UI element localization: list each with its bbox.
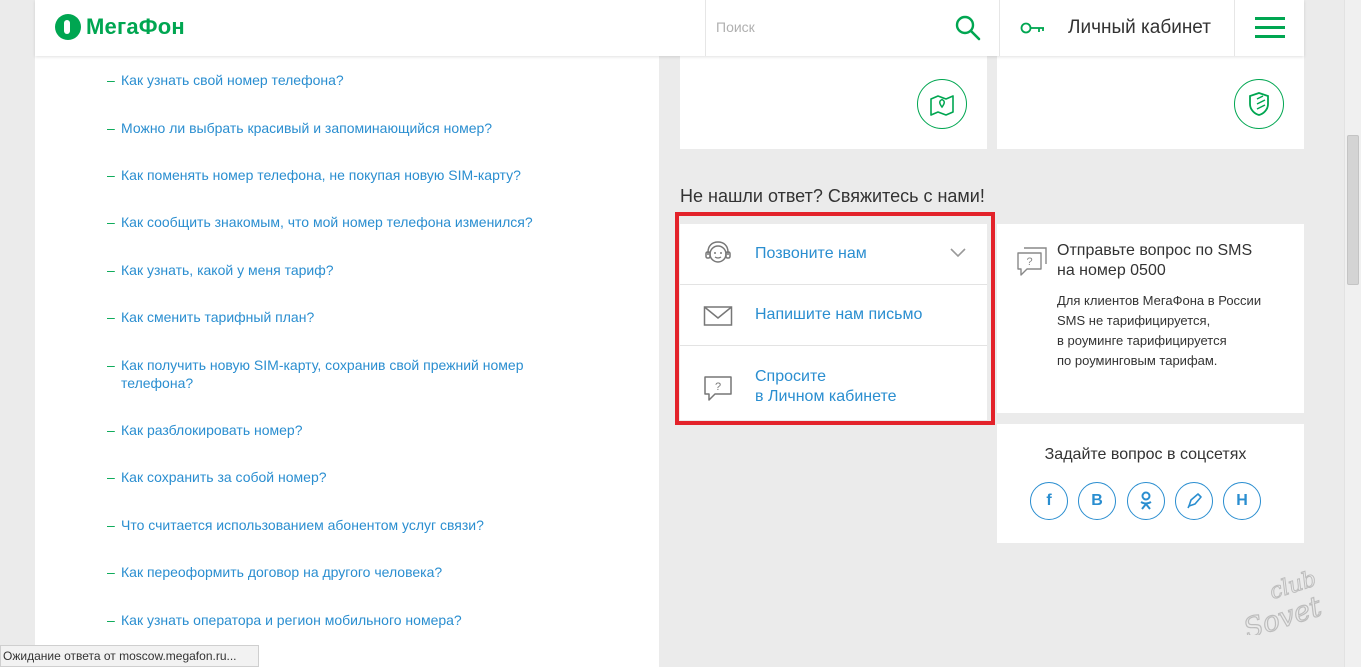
search-input[interactable]	[716, 14, 936, 40]
faq-item: – Как узнать свой номер телефона?	[107, 71, 577, 89]
page-scrollbar[interactable]	[1344, 0, 1361, 667]
logo-text: МегаФон	[86, 14, 185, 39]
megafon-logo[interactable]: МегаФон	[55, 12, 185, 42]
faq-panel: – Как узнать свой номер телефона? – Можно …	[35, 0, 659, 667]
faq-link[interactable]: Как переоформить договор на другого чело…	[121, 563, 442, 581]
club-sovet-watermark: club Sovet	[1239, 566, 1327, 635]
faq-link[interactable]: Можно ли выбрать красивый и запоминающий…	[121, 119, 492, 137]
faq-link[interactable]: Как получить новую SIM-карту, сохранив с…	[121, 356, 541, 392]
faq-dash: –	[107, 309, 115, 325]
faq-item: – Как сменить тарифный план?	[107, 308, 577, 326]
faq-item: – Как узнать оператора и регион мобильног…	[107, 611, 577, 629]
social-card: Задайте вопрос в соцсетях f B H	[997, 424, 1304, 543]
facebook-button[interactable]: f	[1030, 482, 1068, 520]
search-box	[705, 0, 999, 56]
search-icon[interactable]	[954, 14, 982, 42]
sms-title-line: на номер 0500	[1057, 262, 1166, 279]
sms-text-line: SMS не тарифицируется,	[1057, 313, 1211, 328]
faq-dash: –	[107, 262, 115, 278]
faq-dash: –	[107, 612, 115, 628]
menu-button[interactable]	[1234, 0, 1304, 56]
offices-map-card[interactable]	[680, 56, 987, 149]
sms-card: ? Отправьте вопрос по SMS на номер 0500 …	[997, 224, 1304, 413]
hh-button[interactable]: H	[1223, 482, 1261, 520]
faq-item: – Как сообщить знакомым, что мой номер те…	[107, 213, 577, 231]
faq-link[interactable]: Как узнать оператора и регион мобильного…	[121, 611, 462, 629]
faq-link[interactable]: Как узнать, какой у меня тариф?	[121, 261, 334, 279]
faq-dash: –	[107, 564, 115, 580]
map-circle	[917, 79, 967, 129]
faq-link[interactable]: Что считается использованием абонентом у…	[121, 516, 484, 534]
security-card[interactable]	[997, 56, 1304, 149]
faq-item: – Можно ли выбрать красивый и запоминающи…	[107, 119, 577, 137]
hamburger-icon	[1254, 17, 1285, 38]
sms-title: Отправьте вопрос по SMS на номер 0500	[1057, 241, 1252, 281]
livejournal-button[interactable]	[1175, 482, 1213, 520]
cabinet-label: Личный кабинет	[1068, 17, 1211, 38]
faq-item: – Как получить новую SIM-карту, сохранив …	[107, 356, 577, 392]
livejournal-icon	[1187, 493, 1202, 509]
scrollbar-thumb[interactable]	[1347, 135, 1359, 285]
sms-text-line: Для клиентов МегаФона в России	[1057, 293, 1262, 308]
vkontakte-button[interactable]: B	[1078, 482, 1116, 520]
svg-text:?: ?	[1026, 256, 1032, 268]
faq-link[interactable]: Как разблокировать номер?	[121, 421, 303, 439]
faq-item: – Как сохранить за собой номер?	[107, 468, 577, 486]
vkontakte-icon: B	[1091, 492, 1103, 509]
sms-question-icon: ?	[1017, 247, 1047, 276]
faq-link[interactable]: Как сообщить знакомым, что мой номер тел…	[121, 213, 533, 231]
logo-mark-icon	[55, 14, 81, 40]
faq-link[interactable]: Как сменить тарифный план?	[121, 308, 314, 326]
map-pin-icon	[930, 95, 954, 116]
social-title: Задайте вопрос в соцсетях	[1044, 446, 1247, 463]
faq-item: – Как переоформить договор на другого чел…	[107, 563, 577, 581]
faq-link[interactable]: Как поменять номер телефона, не покупая …	[121, 166, 521, 184]
sms-title-line: Отправьте вопрос по SMS	[1057, 242, 1253, 259]
faq-dash: –	[107, 357, 115, 373]
faq-item: – Как разблокировать номер?	[107, 421, 577, 439]
faq-item: – Что считается использованием абонентом …	[107, 516, 577, 534]
odnoklassniki-button[interactable]	[1127, 482, 1165, 520]
faq-dash: –	[107, 469, 115, 485]
faq-dash: –	[107, 72, 115, 88]
faq-dash: –	[107, 422, 115, 438]
browser-status-bar: Ожидание ответа от moscow.megafon.ru...	[0, 645, 259, 667]
hh-icon: H	[1236, 492, 1248, 509]
shield-circle	[1234, 79, 1284, 129]
faq-dash: –	[107, 517, 115, 533]
highlight-frame	[675, 212, 995, 425]
sms-text-line: по роуминговым тарифам.	[1057, 353, 1218, 368]
key-icon	[1020, 22, 1044, 34]
faq-link[interactable]: Как сохранить за собой номер?	[121, 468, 327, 486]
faq-item: – Как узнать, какой у меня тариф?	[107, 261, 577, 279]
shield-icon	[1249, 92, 1269, 116]
sms-text-line: в роуминге тарифицируется	[1057, 333, 1227, 348]
site-header: МегаФон Личный кабинет	[35, 0, 1304, 56]
facebook-icon: f	[1046, 492, 1052, 509]
contact-heading: Не нашли ответ? Свяжитесь с нами!	[680, 186, 985, 206]
faq-item: – Как поменять номер телефона, не покупая…	[107, 166, 577, 184]
faq-dash: –	[107, 214, 115, 230]
odnoklassniki-icon	[1140, 491, 1152, 510]
faq-link[interactable]: Как узнать свой номер телефона?	[121, 71, 344, 89]
faq-dash: –	[107, 167, 115, 183]
sms-description: Для клиентов МегаФона в России SMS не та…	[1057, 291, 1261, 371]
personal-cabinet-link[interactable]: Личный кабинет	[999, 0, 1234, 56]
faq-dash: –	[107, 120, 115, 136]
